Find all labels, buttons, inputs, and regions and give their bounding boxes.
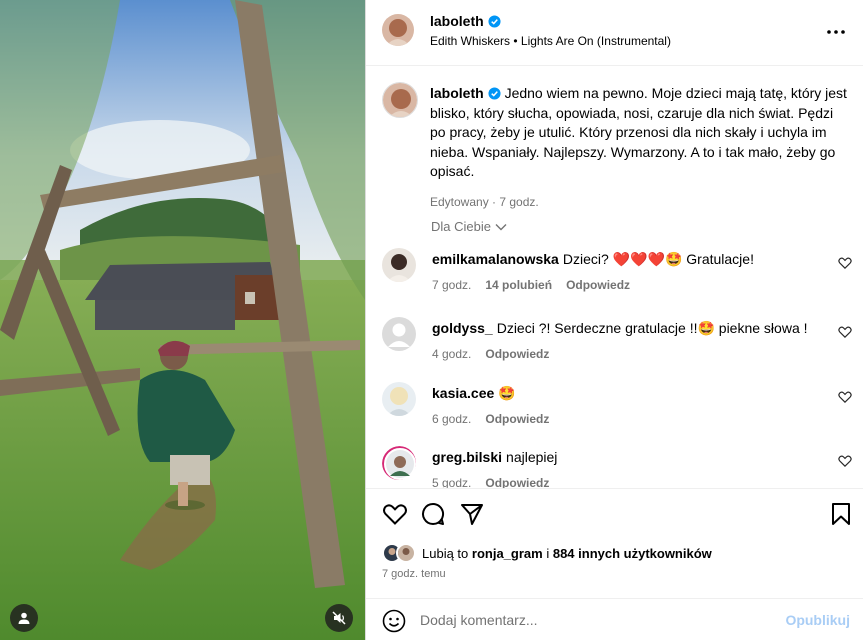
comment-likes-count[interactable]: 14 polubień — [485, 278, 552, 292]
bookmark-icon[interactable] — [828, 501, 854, 527]
post-footer: Lubią to ronja_gram i 884 innych użytkow… — [366, 488, 863, 640]
likes-text: Lubią to ronja_gram i 884 innych użytkow… — [422, 546, 712, 561]
emoji-icon[interactable] — [382, 609, 406, 633]
comment-time: 7 godz. — [432, 278, 472, 292]
heart-icon[interactable] — [382, 501, 408, 527]
heart-icon[interactable] — [838, 454, 852, 468]
likes-others-count[interactable]: 884 innych użytkowników — [553, 546, 712, 561]
add-comment-bar: Opublikuj — [366, 598, 863, 640]
post-photo — [0, 0, 365, 640]
comment-input[interactable] — [420, 608, 780, 632]
liker-avatar — [396, 543, 416, 563]
reply-button[interactable]: Odpowiedz — [485, 412, 549, 426]
comments-scroll-area[interactable]: laboleth Jedno wiem na pewno. Moje dziec… — [366, 67, 863, 488]
comment-time: 5 godz. — [432, 476, 472, 488]
comment-body: greg.bilski najlepiej — [432, 448, 832, 466]
comment-actions: 5 godz. Odpowiedz — [432, 476, 549, 488]
likes-summary[interactable]: Lubią to ronja_gram i 884 innych użytkow… — [382, 543, 712, 563]
comment-text: Dzieci? ❤️❤️❤️🤩 Gratulacje! — [562, 251, 754, 267]
caption-meta: Edytowany · 7 godz. — [430, 195, 539, 209]
comment-time: 4 godz. — [432, 347, 472, 361]
commenter-avatar[interactable] — [382, 382, 416, 416]
heart-icon[interactable] — [838, 256, 852, 270]
comment-body: goldyss_ Dzieci ?! Serdeczne gratulacje !… — [432, 319, 832, 337]
commenter-username[interactable]: emilkamalanowska — [432, 251, 559, 267]
post-timestamp[interactable]: 7 godz. temu — [382, 568, 446, 580]
share-icon[interactable] — [459, 501, 485, 527]
publish-comment-button[interactable]: Opublikuj — [785, 612, 850, 628]
liker-username[interactable]: ronja_gram — [472, 546, 543, 561]
commenter-username[interactable]: greg.bilski — [432, 449, 502, 465]
reply-button[interactable]: Odpowiedz — [566, 278, 630, 292]
commenter-avatar-story-ring[interactable] — [382, 446, 416, 480]
comment-text: 🤩 — [498, 385, 516, 401]
heart-icon[interactable] — [838, 390, 852, 404]
likes-joiner: i — [546, 545, 550, 561]
comments-sort-dropdown[interactable]: Dla Ciebie — [431, 219, 507, 234]
comment-actions: 6 godz. Odpowiedz — [432, 412, 549, 426]
commenter-username[interactable]: kasia.cee — [432, 385, 494, 401]
commenter-avatar[interactable] — [382, 248, 416, 282]
caption-text: laboleth Jedno wiem na pewno. Moje dziec… — [430, 84, 850, 182]
comment-icon[interactable] — [420, 501, 446, 527]
tagged-users-button[interactable] — [10, 604, 38, 632]
reply-button[interactable]: Odpowiedz — [485, 476, 549, 488]
comment-actions: 7 godz. 14 polubień Odpowiedz — [432, 278, 630, 292]
author-username[interactable]: laboleth — [430, 13, 501, 29]
likes-prefix: Lubią to — [422, 545, 469, 561]
post-action-bar — [382, 501, 852, 529]
audio-track-link[interactable]: Edith Whiskers • Lights Are On (Instrume… — [430, 34, 671, 48]
post-media[interactable] — [0, 0, 365, 640]
verified-badge-icon — [488, 15, 501, 28]
comment-body: emilkamalanowska Dzieci? ❤️❤️❤️🤩 Gratulac… — [432, 250, 832, 268]
muted-speaker-icon — [332, 611, 346, 625]
more-options-button[interactable] — [824, 20, 848, 44]
caption-author-username[interactable]: laboleth — [430, 85, 484, 101]
mute-toggle-button[interactable] — [325, 604, 353, 632]
comment-time: 6 godz. — [432, 412, 472, 426]
post-details-panel: laboleth Edith Whiskers • Lights Are On … — [365, 0, 863, 640]
chevron-down-icon — [495, 223, 507, 230]
comment-text: najlepiej — [506, 449, 558, 465]
caption-author-avatar[interactable] — [382, 82, 418, 118]
heart-icon[interactable] — [838, 325, 852, 339]
verified-badge-icon — [488, 87, 501, 100]
user-tag-icon — [18, 612, 30, 624]
author-avatar[interactable] — [382, 14, 414, 46]
commenter-avatar[interactable] — [382, 317, 416, 351]
reply-button[interactable]: Odpowiedz — [485, 347, 549, 361]
comment-text: Dzieci ?! Serdeczne gratulacje !!🤩 piekn… — [496, 320, 808, 336]
comment-actions: 4 godz. Odpowiedz — [432, 347, 549, 361]
post-header: laboleth Edith Whiskers • Lights Are On … — [366, 0, 863, 66]
comment-body: kasia.cee 🤩 — [432, 384, 832, 402]
comments-sort-label: Dla Ciebie — [431, 219, 491, 234]
commenter-username[interactable]: goldyss_ — [432, 320, 493, 336]
more-horizontal-icon — [827, 30, 845, 34]
